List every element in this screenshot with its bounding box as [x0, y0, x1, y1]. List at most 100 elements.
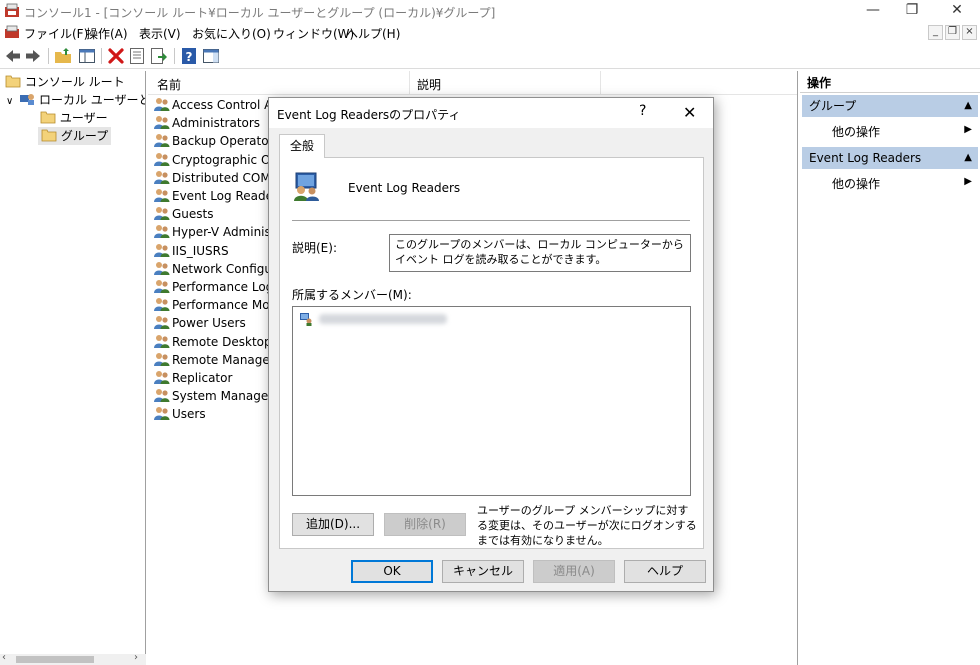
remove-button[interactable]: 削除(R) — [384, 513, 466, 536]
group-icon — [154, 134, 170, 148]
group-name-cell: Backup Operators — [172, 134, 280, 149]
collapse-triangle-icon[interactable]: ▲ — [964, 95, 972, 117]
console-tree: コンソール ルート ∨ ローカル ユーザーとグル ユーザー グループ — [0, 71, 146, 665]
cancel-button[interactable]: キャンセル — [442, 560, 524, 583]
menu-action[interactable]: 操作(A) — [86, 25, 128, 42]
section-title: グループ — [809, 99, 857, 113]
mdi-restore-button[interactable]: ❐ — [945, 25, 960, 40]
menu-favorites[interactable]: お気に入り(O) — [192, 25, 271, 42]
apply-button[interactable]: 適用(A) — [533, 560, 615, 583]
group-icon — [154, 98, 170, 111]
table-row[interactable]: Power Users — [154, 314, 246, 332]
submenu-arrow-icon[interactable]: ▶ — [964, 176, 972, 187]
window-title: コンソール1 - [コンソール ルート¥ローカル ユーザーとグループ (ローカル… — [24, 6, 496, 20]
column-divider[interactable] — [409, 71, 410, 95]
membership-change-note: ユーザーのグループ メンバーシップに対する変更は、そのユーザーが次にログオンする… — [477, 504, 697, 547]
scroll-thumb[interactable] — [16, 656, 94, 663]
users-snapin-icon — [20, 94, 35, 105]
help-book-icon[interactable]: ? — [180, 47, 198, 65]
actions-section-groups[interactable]: グループ ▲ — [802, 95, 978, 117]
description-field[interactable]: このグループのメンバーは、ローカル コンピューターからイベント ログを読み取るこ… — [389, 234, 691, 272]
group-icon — [154, 389, 170, 403]
tree-item-groups[interactable]: グループ — [38, 127, 112, 145]
menu-file[interactable]: ファイル(F) — [24, 25, 88, 42]
tab-general[interactable]: 全般 — [279, 134, 325, 158]
section-title: Event Log Readers — [809, 151, 922, 165]
description-label: 説明(E): — [292, 241, 337, 255]
export-list-icon[interactable] — [150, 47, 168, 65]
column-divider[interactable] — [600, 71, 601, 95]
dialog-close-button[interactable]: ✕ — [683, 103, 696, 122]
folder-icon — [41, 129, 57, 142]
toolbar-separator — [101, 48, 102, 64]
menu-bar: ファイル(F) 操作(A) 表示(V) お気に入り(O) ウィンドウ(W) ヘル… — [0, 22, 980, 42]
expand-chevron-icon[interactable]: ∨ — [6, 96, 13, 107]
up-folder-icon[interactable] — [54, 47, 72, 65]
document-icon[interactable] — [4, 24, 20, 43]
menu-view[interactable]: 表示(V) — [139, 25, 181, 42]
table-row[interactable]: Guests — [154, 205, 214, 223]
group-name-cell: Administrators — [172, 116, 261, 131]
group-icon — [154, 189, 170, 202]
scroll-left-icon[interactable]: ‹ — [2, 652, 6, 663]
tree-item-users[interactable]: ユーザー — [40, 109, 108, 127]
group-icon — [154, 243, 170, 257]
table-row[interactable]: Replicator — [154, 369, 232, 387]
actions-header: 操作 — [800, 73, 980, 93]
show-hide-console-tree-icon[interactable] — [78, 47, 96, 65]
group-icon — [154, 316, 170, 330]
mdi-minimize-button[interactable]: _ — [928, 25, 943, 40]
group-icon — [154, 225, 170, 239]
redacted-member-name — [318, 313, 447, 324]
tree-horizontal-scrollbar[interactable]: ‹ › — [0, 652, 146, 665]
submenu-arrow-icon[interactable]: ▶ — [964, 124, 972, 135]
group-icon — [154, 352, 170, 366]
table-row[interactable]: Backup Operators — [154, 132, 280, 150]
ok-button[interactable]: OK — [351, 560, 433, 583]
group-name-cell: Replicator — [172, 371, 233, 385]
tree-label: コンソール ルート — [24, 75, 125, 89]
menu-help[interactable]: ヘルプ(H) — [346, 25, 400, 42]
back-arrow-icon[interactable] — [4, 47, 22, 65]
members-list[interactable] — [292, 306, 691, 496]
group-icon — [154, 407, 170, 421]
tree-label: グループ — [60, 129, 109, 143]
table-row[interactable]: Performance Monit — [154, 296, 285, 314]
mdi-close-button[interactable]: × — [962, 25, 977, 40]
action-more-actions[interactable]: 他の操作 — [832, 175, 880, 192]
close-button[interactable]: ✕ — [934, 0, 980, 22]
properties-dialog: Event Log Readersのプロパティ ? ✕ 全般 Event Log… — [268, 97, 714, 592]
table-row[interactable]: Users — [154, 405, 206, 423]
actions-pane: 操作 グループ ▲ 他の操作 ▶ Event Log Readers ▲ 他の操… — [800, 71, 980, 665]
action-more-actions[interactable]: 他の操作 — [832, 123, 880, 140]
list-header: 名前 説明 — [148, 71, 797, 95]
dialog-help-button[interactable]: ? — [639, 103, 646, 119]
mmc-app-icon[interactable] — [4, 3, 20, 22]
toolbar-separator — [174, 48, 175, 64]
tree-item-local-users-groups[interactable]: ∨ ローカル ユーザーとグル — [6, 91, 145, 109]
restore-button[interactable]: ❐ — [889, 0, 935, 22]
properties-icon[interactable] — [128, 47, 146, 65]
scroll-right-icon[interactable]: › — [134, 652, 138, 663]
group-icon — [154, 207, 170, 221]
collapse-triangle-icon[interactable]: ▲ — [964, 147, 972, 169]
table-row[interactable]: Event Log Readers — [154, 187, 284, 205]
show-hide-action-pane-icon[interactable] — [202, 47, 220, 65]
group-name-cell: Power Users — [172, 316, 246, 331]
column-header-description[interactable]: 説明 — [417, 76, 441, 93]
help-button[interactable]: ヘルプ — [624, 560, 706, 583]
list-item[interactable] — [299, 311, 447, 326]
add-button[interactable]: 追加(D)... — [292, 513, 374, 536]
tree-item-console-root[interactable]: コンソール ルート — [5, 73, 125, 91]
delete-icon[interactable] — [107, 47, 125, 65]
table-row[interactable]: IIS_IUSRS — [154, 242, 229, 260]
column-header-name[interactable]: 名前 — [157, 76, 181, 93]
menu-window[interactable]: ウィンドウ(W) — [273, 25, 354, 42]
table-row[interactable]: Performance Log U — [154, 278, 286, 296]
general-tab-page: Event Log Readers 説明(E): このグループのメンバーは、ロー… — [279, 157, 704, 549]
folder-icon — [40, 111, 56, 124]
table-row[interactable]: Administrators — [154, 114, 260, 132]
actions-section-event-log-readers[interactable]: Event Log Readers ▲ — [802, 147, 978, 169]
forward-arrow-icon[interactable] — [24, 47, 42, 65]
window-titlebar: コンソール1 - [コンソール ルート¥ローカル ユーザーとグループ (ローカル… — [0, 0, 980, 22]
